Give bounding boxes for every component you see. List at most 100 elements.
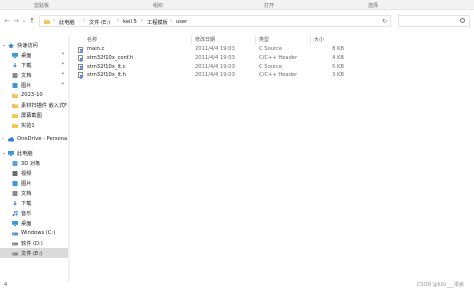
download-icon [13,62,17,67]
sidebar-item[interactable]: 屏幕截图 [0,110,68,120]
document-icon [12,190,18,196]
sidebar-item[interactable]: ⌄ 快速访问 [0,40,68,50]
breadcrumb-keil5[interactable]: keil 5 [123,19,137,25]
ribbon-group-select: 选择 [368,3,379,9]
sidebar-item-label: 视频 [21,170,32,177]
folder-icon [12,113,18,118]
up-button[interactable]: ↑ [28,17,36,25]
sidebar-item[interactable]: 文档 [0,188,68,198]
navigation-bar: ← → ⌄ ↑ › 此电脑 › 文件 (E:) › keil 5 › 工程模板 … [0,10,474,32]
sidebar-item-label: 音乐 [21,210,32,217]
item-count: 4 [4,282,8,288]
sidebar-item[interactable]: 下载 ✦ [0,60,68,70]
sidebar-item[interactable]: 实验1 [0,120,68,130]
sidebar-item-label: 文件 (E:) [21,250,43,257]
expand-chevron-icon[interactable]: ⌄ [2,150,6,156]
sidebar-item[interactable]: Windows (C:) [0,228,68,238]
sidebar-item[interactable]: 文档 ✦ [0,70,68,80]
breadcrumb-project-template[interactable]: 工程模板 [147,19,168,26]
pin-icon[interactable]: ✦ [61,62,65,67]
sidebar-item[interactable]: 3D 对象 [0,158,68,168]
file-type: C Source [259,63,283,70]
sidebar-item-label: 3D 对象 [21,160,41,167]
sidebar-item-label: 文档 [21,190,32,197]
file-icon [78,46,83,53]
file-icon [78,63,83,70]
sidebar-item-label: 下载 [21,62,32,69]
column-header-size[interactable]: 大小 [314,36,324,44]
file-name: stm32f10x_it.c [87,63,126,70]
sidebar-item-label: 桌面 [21,52,32,59]
address-bar[interactable]: › 此电脑 › 文件 (E:) › keil 5 › 工程模板 › user ↻ [39,15,391,27]
search-box[interactable] [398,15,470,27]
breadcrumb-drive-e[interactable]: 文件 (E:) [89,19,110,26]
navigation-pane: ⌄ 快速访问桌面 ✦ 下载 ✦ 文档 ✦ 图片 ✦ 2023-10 素材扫描件 嵌入式F 屏幕截图实验… [0,36,68,292]
computer-icon [8,150,14,156]
sidebar-item[interactable]: 桌面 [0,218,68,228]
recent-locations-button[interactable]: ⌄ [20,17,28,25]
pin-icon[interactable]: ✦ [61,82,65,87]
column-header-name[interactable]: 名称 [87,36,97,44]
sidebar-item-label: 实验1 [21,122,35,129]
file-name: stm32f10x_it.h [87,72,126,79]
sidebar-item[interactable]: 视频 [0,168,68,178]
sidebar-item-label: 屏幕截图 [21,112,42,119]
status-bar: 4 [0,280,474,292]
pictures-icon [12,82,18,88]
sidebar-item-label: 图片 [21,180,32,187]
sidebar-item[interactable]: 下载 [0,198,68,208]
sidebar-item[interactable]: 音乐 [0,208,68,218]
sidebar-item-label: 2023-10 [21,91,43,98]
sidebar-item[interactable]: 图片 [0,178,68,188]
sidebar-item[interactable]: 图片 ✦ [0,80,68,90]
pin-icon[interactable]: ✦ [61,72,65,77]
sidebar-item[interactable]: › OneDrive - Persona [0,134,68,144]
sidebar-item[interactable]: 桌面 ✦ [0,50,68,60]
file-icon [78,55,83,62]
file-modified-date: 2011/4/4 19:03 [195,54,235,61]
drive-icon [12,242,18,245]
sidebar-item[interactable]: 文件 (E:) [0,248,68,258]
sidebar-item-label: 软件 (D:) [21,240,43,247]
document-icon [12,72,18,78]
ribbon-group-organize: 组织 [153,3,164,9]
sidebar-scrollbar[interactable] [68,36,70,282]
sidebar-item[interactable]: ⌄ 此电脑 [0,148,68,158]
back-button[interactable]: ← [3,17,11,25]
file-type: C/C++ Header [259,72,298,79]
expand-chevron-icon[interactable]: ⌄ [2,42,6,48]
folder-icon [44,19,50,24]
ribbon-strip: 剪贴板 组织 打开 选择 [0,0,474,10]
sidebar-item[interactable]: 2023-10 [0,90,68,100]
forward-button[interactable]: → [12,17,20,25]
file-size: 8 KB [332,46,344,53]
refresh-icon[interactable]: ↻ [382,18,387,25]
file-size: 4 KB [332,54,344,61]
file-row[interactable]: stm32f10x_it.h 2011/4/4 19:03 C/C++ Header… [78,71,348,80]
file-name: main.c [87,46,105,53]
file-modified-date: 2011/4/4 19:03 [195,63,235,70]
file-type: C Source [259,46,283,53]
sidebar-item[interactable]: 软件 (D:) [0,238,68,248]
music-icon [12,210,18,216]
folder-icon [12,103,18,108]
column-header-modified[interactable]: 修改日期 [195,36,215,44]
column-header-type[interactable]: 类型 [259,36,269,44]
sidebar-item[interactable]: 素材扫描件 嵌入式F [0,100,68,110]
search-icon [460,18,465,23]
sidebar-item-label: 文档 [21,72,32,79]
file-type: C/C++ Header [259,54,298,61]
cloud-icon [8,136,14,141]
sidebar-item-label: OneDrive - Persona [17,135,67,142]
file-modified-date: 2011/4/4 19:03 [195,72,235,79]
desktop-icon [12,52,18,58]
watermark: CSDN @Kiki___很差 [416,282,464,288]
breadcrumb-this-pc[interactable]: 此电脑 [59,19,75,26]
expand-chevron-icon[interactable]: › [2,136,4,142]
pin-icon[interactable]: ✦ [61,52,65,57]
file-size: 3 KB [332,72,344,79]
drive-icon [12,252,18,255]
folder-icon [12,123,18,128]
sidebar-item-label: 图片 [21,82,32,89]
breadcrumb-user[interactable]: user [176,19,187,25]
